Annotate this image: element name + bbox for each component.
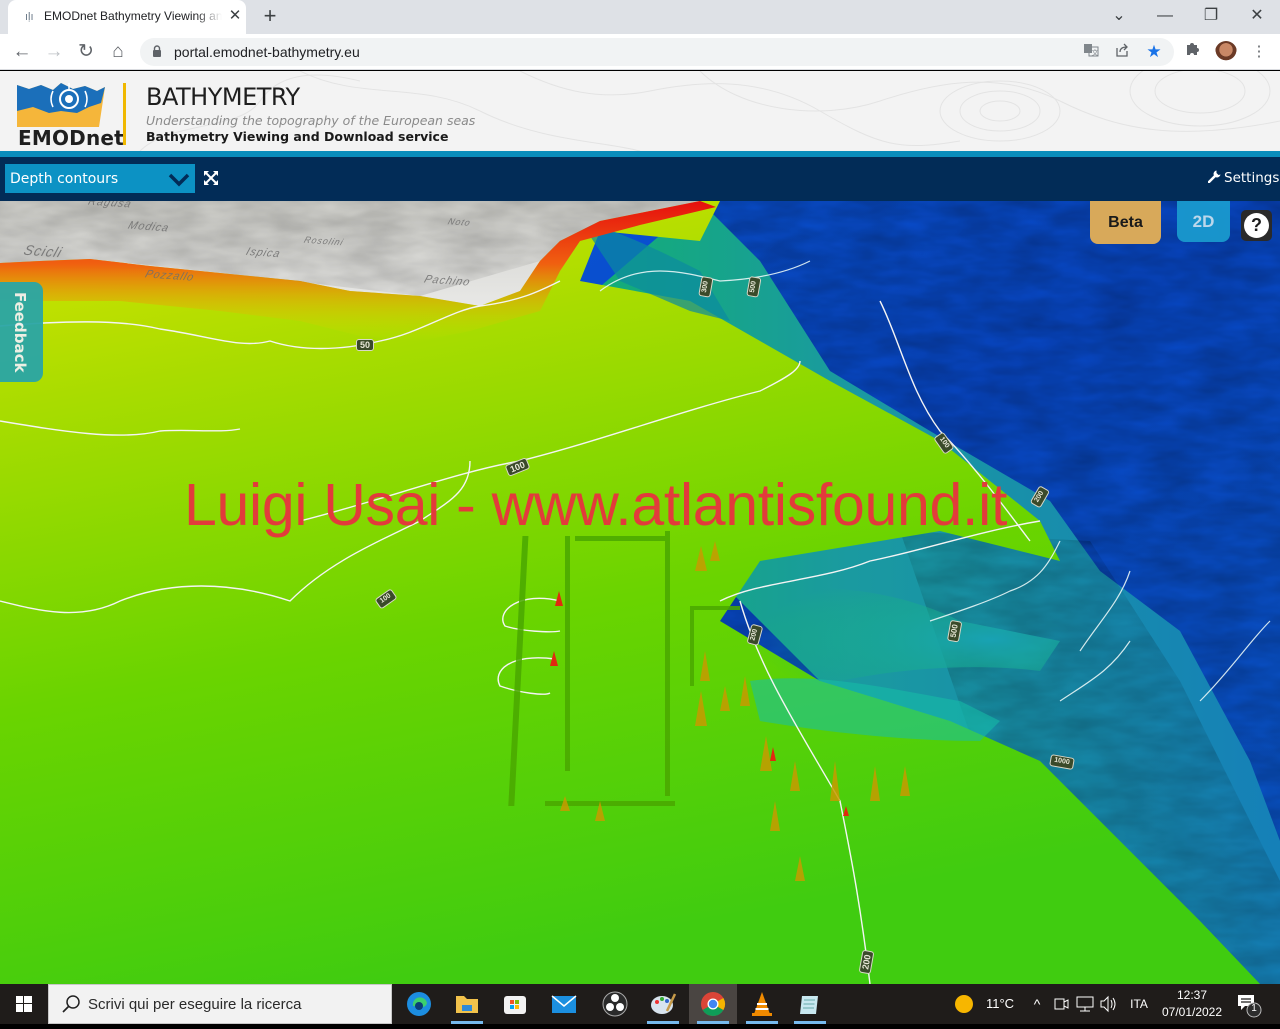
obs-icon — [602, 991, 628, 1017]
paint-palette-icon — [651, 993, 677, 1014]
site-title: BATHYMETRY — [146, 83, 300, 111]
notepad-icon — [800, 996, 818, 1014]
clock-date: 07/01/2022 — [1161, 1005, 1223, 1019]
ridge-inner-v — [690, 606, 694, 686]
restore-button[interactable]: ❐ — [1191, 2, 1231, 30]
tab-close-icon[interactable]: ✕ — [227, 7, 243, 25]
notification-count: 1 — [1251, 1003, 1257, 1014]
notification-center-button[interactable]: 1 — [1236, 992, 1262, 1018]
weather-temperature[interactable]: 11°C — [982, 984, 1018, 1024]
taskbar-app-obs[interactable] — [591, 984, 639, 1024]
bookmark-star-icon[interactable]: ★ — [1143, 42, 1165, 62]
settings-label: Settings — [1224, 170, 1280, 186]
help-button[interactable]: ? — [1241, 210, 1272, 241]
home-button[interactable]: ⌂ — [104, 38, 132, 66]
network-icon[interactable] — [1075, 984, 1095, 1024]
close-window-button[interactable]: ✕ — [1237, 2, 1277, 30]
contour-label-50: 50 — [356, 339, 375, 351]
menu-kebab-icon[interactable]: ⋮ — [1247, 38, 1271, 66]
app-toolbar: Depth contours Settings — [0, 157, 1280, 201]
beta-button[interactable]: Beta — [1090, 201, 1161, 244]
store-icon — [504, 996, 526, 1014]
reload-button[interactable]: ↻ — [72, 38, 100, 66]
emodnet-logo-icon — [17, 83, 105, 127]
extensions-icon[interactable] — [1181, 38, 1205, 66]
forward-button[interactable]: → — [40, 38, 68, 66]
search-placeholder: Scrivi qui per eseguire la ricerca — [88, 996, 302, 1013]
browser-tab[interactable]: ıḷı EMODnet Bathymetry Viewing and Downl… — [8, 0, 246, 34]
toggle-2d-button[interactable]: 2D — [1177, 201, 1230, 242]
taskbar-app-vlc[interactable] — [738, 984, 786, 1024]
chrome-icon — [701, 992, 726, 1017]
taskbar-app-edge[interactable] — [395, 984, 443, 1024]
input-language[interactable]: ITA — [1124, 984, 1154, 1024]
layer-select-dropdown[interactable]: Depth contours — [5, 164, 195, 193]
volume-icon[interactable] — [1098, 984, 1118, 1024]
site-header: EMODnet BATHYMETRY Understanding the top… — [0, 71, 1280, 151]
taskbar-app-notepad[interactable] — [786, 984, 834, 1024]
terrain-rendering[interactable] — [0, 201, 1280, 984]
url-text[interactable]: portal.emodnet-bathymetry.eu — [174, 44, 360, 60]
wrench-icon — [1208, 170, 1221, 183]
taskbar-app-chrome[interactable] — [689, 984, 737, 1024]
place-name-scicli: Scicli — [21, 241, 65, 261]
weather-sun-icon[interactable] — [952, 984, 976, 1024]
ridge-east — [665, 531, 670, 796]
bathymetry-3d-map[interactable]: Ragusa Modica Scicli Ispica Rosolini Poz… — [0, 201, 1280, 984]
site-subtitle: Bathymetry Viewing and Download service — [146, 129, 449, 144]
meet-now-icon[interactable] — [1052, 984, 1070, 1024]
taskbar-app-mail[interactable] — [539, 984, 587, 1024]
svg-text:文: 文 — [1092, 48, 1099, 57]
taskbar-app-file-explorer[interactable] — [443, 984, 491, 1024]
layer-select-value: Depth contours — [10, 171, 119, 187]
feedback-tab[interactable]: Feedback — [0, 282, 43, 382]
share-icon[interactable] — [1111, 42, 1133, 62]
place-name-ispica: Ispica — [244, 245, 283, 261]
clock-time: 12:37 — [1176, 988, 1208, 1002]
watermark-text: Luigi Usai - www.atlantisfound.it — [184, 472, 1008, 538]
minimize-button[interactable]: — — [1145, 2, 1185, 30]
tray-overflow-chevron-icon[interactable]: ^ — [1028, 984, 1046, 1024]
taskbar-app-store[interactable] — [491, 984, 539, 1024]
ridge-central — [565, 536, 570, 771]
address-bar[interactable]: portal.emodnet-bathymetry.eu 文 ★ — [140, 38, 1174, 66]
edge-icon — [407, 992, 431, 1016]
mail-icon — [551, 995, 577, 1013]
tab-search-chevron-icon[interactable]: ⌄ — [1099, 2, 1139, 30]
taskbar-app-paint[interactable] — [639, 984, 687, 1024]
vlc-icon — [752, 992, 772, 1016]
header-divider — [123, 83, 126, 145]
chevron-down-icon[interactable] — [168, 169, 190, 189]
emodnet-logo-text[interactable]: EMODnet — [18, 126, 124, 150]
taskbar-clock[interactable]: 12:37 07/01/2022 — [1160, 987, 1224, 1021]
feedback-label: Feedback — [11, 292, 29, 373]
notifications-icon — [1238, 995, 1262, 1018]
translate-icon[interactable]: 文 — [1080, 42, 1102, 62]
taskbar-search-box[interactable]: Scrivi qui per eseguire la ricerca — [48, 984, 392, 1024]
folder-icon — [456, 996, 478, 1013]
emodnet-favicon-icon: ıḷı — [25, 11, 34, 23]
back-button[interactable]: ← — [8, 38, 36, 66]
settings-button[interactable]: Settings — [1208, 169, 1279, 189]
browser-tab-strip: ıḷı EMODnet Bathymetry Viewing and Downl… — [0, 0, 1280, 34]
tab-title: EMODnet Bathymetry Viewing and Download … — [44, 9, 222, 23]
browser-toolbar: ← → ↻ ⌂ portal.emodnet-bathymetry.eu 文 ★… — [0, 34, 1280, 70]
windows-taskbar: Scrivi qui per eseguire la ricerca 11°C … — [0, 984, 1280, 1024]
windows-start-icon[interactable] — [0, 984, 48, 1024]
fullscreen-expand-icon[interactable] — [204, 170, 218, 186]
new-tab-button[interactable]: + — [258, 5, 282, 29]
place-name-noto: Noto — [446, 216, 473, 228]
search-icon — [62, 995, 80, 1013]
help-question-icon: ? — [1244, 213, 1269, 238]
ridge-inner — [690, 606, 740, 610]
lock-icon[interactable] — [152, 45, 162, 57]
site-tagline: Understanding the topography of the Euro… — [146, 113, 476, 128]
profile-avatar[interactable] — [1215, 41, 1237, 63]
